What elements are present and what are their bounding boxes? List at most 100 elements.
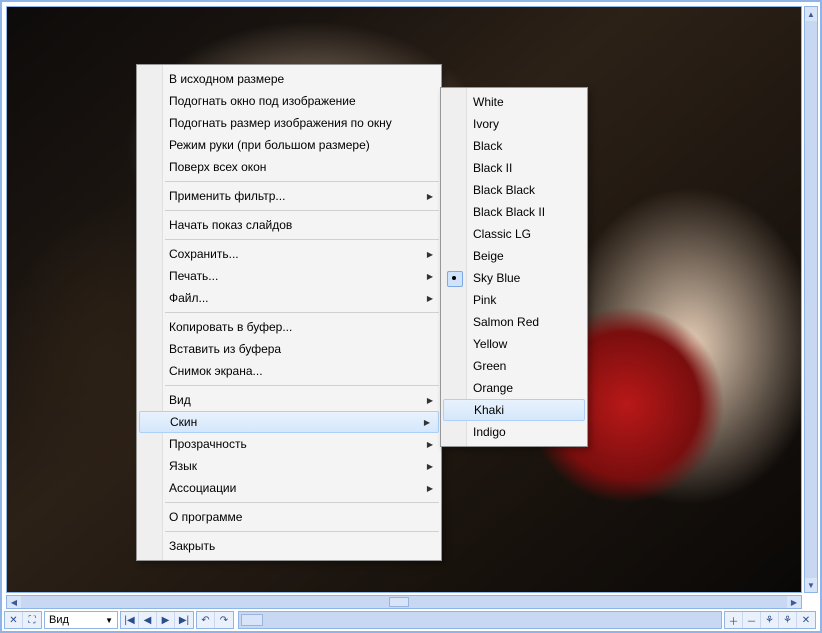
menu-item-label: Ассоциации [169, 481, 236, 495]
scroll-down-icon[interactable]: ▼ [805, 578, 817, 592]
menu-item-label: Сохранить... [169, 247, 239, 261]
h-scroll-thumb[interactable] [389, 597, 409, 607]
nav-group: |◀ ◀ ▶ ▶| [120, 611, 194, 629]
skin-option[interactable]: Indigo [441, 421, 587, 443]
context-menu-item[interactable]: Подогнать окно под изображение [137, 90, 441, 112]
skin-option[interactable]: Khaki [443, 399, 585, 421]
menu-item-label: Печать... [169, 269, 218, 283]
close-small-icon[interactable]: ✕ [797, 612, 815, 628]
menu-item-label: В исходном размере [169, 72, 284, 86]
skin-option-label: Pink [473, 293, 496, 307]
vertical-scrollbar[interactable]: ▲ ▼ [804, 6, 818, 593]
skin-option-label: Black [473, 139, 502, 153]
view-mode-dropdown[interactable]: Вид ▼ [44, 611, 118, 629]
menu-item-label: Вставить из буфера [169, 342, 281, 356]
menu-item-label: Поверх всех окон [169, 160, 266, 174]
right-tools-group: ＋ － ⚘ ⚘ ✕ [724, 611, 816, 629]
context-menu-item[interactable]: Сохранить... [137, 243, 441, 265]
close-fit-group: ✕ ⛶ [4, 611, 42, 629]
skin-submenu: White Ivory Black Black II Black Black Black … [440, 87, 588, 447]
context-menu-item[interactable]: Режим руки (при большом размере) [137, 134, 441, 156]
skin-option[interactable]: Beige [441, 245, 587, 267]
context-menu-item[interactable]: Вставить из буфера [137, 338, 441, 360]
context-menu-item[interactable]: Поверх всех окон [137, 156, 441, 178]
menu-separator [165, 312, 439, 313]
first-icon[interactable]: |◀ [121, 612, 139, 628]
context-menu-item[interactable]: Ассоциации [137, 477, 441, 499]
menu-item-label: Подогнать размер изображения по окну [169, 116, 392, 130]
rotate-group: ↶ ↷ [196, 611, 234, 629]
scroll-up-icon[interactable]: ▲ [805, 7, 817, 21]
h-scroll-track[interactable] [21, 596, 787, 608]
menu-item-label: Снимок экрана... [169, 364, 263, 378]
scroll-right-icon[interactable]: ▶ [787, 596, 801, 608]
skin-option-label: Ivory [473, 117, 499, 131]
context-menu-item[interactable]: Прозрачность [137, 433, 441, 455]
skin-option-label: Black Black [473, 183, 535, 197]
skin-option-label: Salmon Red [473, 315, 539, 329]
rotate-left-icon[interactable]: ↶ [197, 612, 215, 628]
zoom-in-icon[interactable]: ＋ [725, 612, 743, 628]
skin-option[interactable]: Green [441, 355, 587, 377]
context-menu-item[interactable]: Снимок экрана... [137, 360, 441, 382]
menu-item-label: Закрыть [169, 539, 215, 553]
menu-separator [165, 181, 439, 182]
context-menu-item[interactable]: Язык [137, 455, 441, 477]
skin-option-label: Indigo [473, 425, 506, 439]
context-menu-item[interactable]: Вид [137, 389, 441, 411]
scroll-left-icon[interactable]: ◀ [7, 596, 21, 608]
menu-separator [165, 239, 439, 240]
skin-option[interactable]: Black [441, 135, 587, 157]
context-menu-item[interactable]: Печать... [137, 265, 441, 287]
close-icon[interactable]: ✕ [5, 612, 23, 628]
zoom-out-icon[interactable]: － [743, 612, 761, 628]
context-menu-item[interactable]: Подогнать размер изображения по окну [137, 112, 441, 134]
horizontal-scrollbar[interactable]: ◀ ▶ [6, 595, 802, 609]
skin-option[interactable]: Salmon Red [441, 311, 587, 333]
fit-icon[interactable]: ⛶ [23, 612, 41, 628]
context-menu-item[interactable]: Файл... [137, 287, 441, 309]
menu-item-label: Копировать в буфер... [169, 320, 292, 334]
menu-item-label: Прозрачность [169, 437, 247, 451]
last-icon[interactable]: ▶| [175, 612, 193, 628]
prev-icon[interactable]: ◀ [139, 612, 157, 628]
skin-option[interactable]: Classic LG [441, 223, 587, 245]
skin-option[interactable]: Black Black [441, 179, 587, 201]
skin-option[interactable]: Orange [441, 377, 587, 399]
skin-option-label: Black II [473, 161, 512, 175]
skin-option[interactable]: Yellow [441, 333, 587, 355]
skin-option-label: Sky Blue [473, 271, 520, 285]
chevron-down-icon: ▼ [105, 616, 113, 625]
skin-option-label: White [473, 95, 504, 109]
skin-option[interactable]: Sky Blue [441, 267, 587, 289]
tool-b-icon[interactable]: ⚘ [779, 612, 797, 628]
skin-option[interactable]: Ivory [441, 113, 587, 135]
tool-a-icon[interactable]: ⚘ [761, 612, 779, 628]
skin-option[interactable]: Black Black II [441, 201, 587, 223]
skin-option-label: Beige [473, 249, 504, 263]
skin-option-label: Green [473, 359, 506, 373]
menu-item-label: О программе [169, 510, 242, 524]
menu-item-label: Язык [169, 459, 197, 473]
skin-option[interactable]: Black II [441, 157, 587, 179]
skin-option[interactable]: White [441, 91, 587, 113]
rotate-right-icon[interactable]: ↷ [215, 612, 233, 628]
context-menu-item[interactable]: Начать показ слайдов [137, 214, 441, 236]
context-menu-item[interactable]: О программе [137, 506, 441, 528]
menu-item-label: Режим руки (при большом размере) [169, 138, 370, 152]
context-menu-item[interactable]: Применить фильтр... [137, 185, 441, 207]
menu-separator [165, 502, 439, 503]
context-menu-item[interactable]: Копировать в буфер... [137, 316, 441, 338]
menu-item-label: Вид [169, 393, 191, 407]
context-menu-item[interactable]: Закрыть [137, 535, 441, 557]
next-icon[interactable]: ▶ [157, 612, 175, 628]
zoom-slider-thumb[interactable] [241, 614, 263, 626]
context-menu-item[interactable]: В исходном размере [137, 68, 441, 90]
context-menu-item[interactable]: Скин [139, 411, 439, 433]
skin-option-label: Black Black II [473, 205, 545, 219]
zoom-slider[interactable] [238, 611, 722, 629]
bottom-toolbar: ✕ ⛶ Вид ▼ |◀ ◀ ▶ ▶| ↶ ↷ ＋ － ⚘ ⚘ ✕ [4, 611, 818, 629]
skin-option[interactable]: Pink [441, 289, 587, 311]
menu-item-label: Скин [170, 415, 197, 429]
menu-separator [165, 531, 439, 532]
